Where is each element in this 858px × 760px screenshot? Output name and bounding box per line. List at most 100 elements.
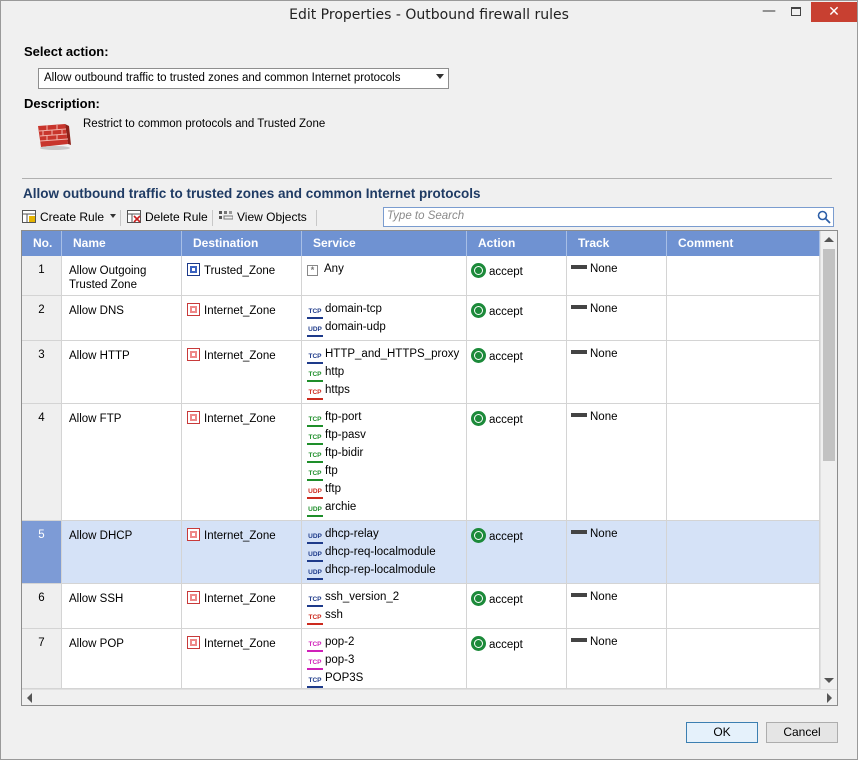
scroll-down-icon[interactable] [824, 678, 834, 683]
create-rule-button[interactable]: Create Rule [22, 210, 104, 224]
action-label: accept [489, 266, 523, 278]
action-label: accept [489, 351, 523, 363]
service-item: UDP dhcp-req-localmodule [307, 546, 436, 562]
column-header[interactable]: Service [302, 231, 467, 256]
action-label: accept [489, 594, 523, 606]
tcp-protocol-icon: TCP [307, 415, 323, 427]
minimize-button[interactable]: — [756, 2, 782, 22]
comment-cell[interactable] [667, 341, 820, 403]
destination-cell[interactable]: Internet_Zone [182, 584, 302, 628]
comment-cell[interactable] [667, 404, 820, 520]
table-row[interactable]: 7 Allow POP Internet_Zone TCP pop-2 TCP pop-3 T… [22, 629, 820, 689]
track-label: None [590, 636, 618, 648]
track-cell[interactable]: None [567, 521, 667, 583]
rule-name-cell[interactable]: Allow SSH [62, 584, 182, 628]
tcp-protocol-icon: TCP [307, 352, 323, 364]
track-cell[interactable]: None [567, 341, 667, 403]
vertical-scroll-thumb[interactable] [823, 249, 835, 461]
scroll-right-icon[interactable] [827, 693, 832, 703]
table-row[interactable]: 4 Allow FTP Internet_Zone TCP ftp-port TCP ftp… [22, 404, 820, 521]
track-cell[interactable]: None [567, 296, 667, 340]
track-cell[interactable]: None [567, 629, 667, 688]
table-row[interactable]: 5 Allow DHCP Internet_Zone UDP dhcp-relay UDP… [22, 521, 820, 584]
action-cell[interactable]: accept [467, 296, 567, 340]
destination-cell[interactable]: Internet_Zone [182, 404, 302, 520]
column-header[interactable]: Action [467, 231, 567, 256]
horizontal-scrollbar[interactable] [22, 689, 837, 705]
column-header[interactable]: Track [567, 231, 667, 256]
action-cell[interactable]: accept [467, 404, 567, 520]
service-item: TCP domain-tcp [307, 303, 382, 319]
row-number-cell[interactable]: 5 [22, 521, 62, 583]
row-number-cell[interactable]: 1 [22, 256, 62, 295]
service-cell[interactable]: TCP domain-tcp UDP domain-udp [302, 296, 467, 340]
track-cell[interactable]: None [567, 256, 667, 295]
row-number-cell[interactable]: 6 [22, 584, 62, 628]
rule-name-cell[interactable]: Allow Outgoing Trusted Zone [62, 256, 182, 295]
accept-icon [471, 591, 486, 606]
service-item: TCP ssh_version_2 [307, 591, 399, 607]
row-number-cell[interactable]: 2 [22, 296, 62, 340]
tcp-protocol-icon: TCP [307, 433, 323, 445]
scroll-up-icon[interactable] [824, 237, 834, 242]
destination-label: Internet_Zone [204, 593, 276, 605]
create-rule-dropdown-icon[interactable] [110, 214, 116, 218]
rule-name: Allow DNS [69, 304, 124, 318]
service-cell[interactable]: TCP HTTP_and_HTTPS_proxy TCP http TCP https [302, 341, 467, 403]
table-header: No. Name Destination Service Action Track Comm… [22, 231, 820, 256]
action-cell[interactable]: accept [467, 521, 567, 583]
destination-cell[interactable]: Internet_Zone [182, 341, 302, 403]
destination-cell[interactable]: Internet_Zone [182, 296, 302, 340]
search-input[interactable]: Type to Search [383, 207, 834, 227]
row-number-cell[interactable]: 4 [22, 404, 62, 520]
track-cell[interactable]: None [567, 404, 667, 520]
scroll-left-icon[interactable] [27, 693, 32, 703]
ok-button[interactable]: OK [686, 722, 758, 743]
service-cell[interactable]: TCP pop-2 TCP pop-3 TCP POP3S [302, 629, 467, 688]
comment-cell[interactable] [667, 584, 820, 628]
action-cell[interactable]: accept [467, 341, 567, 403]
column-header[interactable]: Comment [667, 231, 820, 256]
service-cell[interactable]: TCP ftp-port TCP ftp-pasv TCP ftp-bidir TCP ftp… [302, 404, 467, 520]
destination-cell[interactable]: Internet_Zone [182, 629, 302, 688]
rule-name-cell[interactable]: Allow FTP [62, 404, 182, 520]
destination-cell[interactable]: Internet_Zone [182, 521, 302, 583]
row-number-cell[interactable]: 7 [22, 629, 62, 688]
table-row[interactable]: 1 Allow Outgoing Trusted Zone Trusted_Zone *… [22, 256, 820, 296]
column-header[interactable]: No. [22, 231, 62, 256]
comment-cell[interactable] [667, 256, 820, 295]
service-name: archie [325, 501, 357, 513]
service-cell[interactable]: UDP dhcp-relay UDP dhcp-req-localmodule UDP d… [302, 521, 467, 583]
delete-rule-button[interactable]: Delete Rule [127, 210, 208, 224]
view-objects-button[interactable]: View Objects [219, 210, 307, 224]
table-row[interactable]: 6 Allow SSH Internet_Zone TCP ssh_version_2 T… [22, 584, 820, 629]
maximize-button[interactable] [783, 2, 809, 22]
action-cell[interactable]: accept [467, 584, 567, 628]
table-row[interactable]: 3 Allow HTTP Internet_Zone TCP HTTP_and_HTTP… [22, 341, 820, 404]
table-row[interactable]: 2 Allow DNS Internet_Zone TCP domain-tcp UDP d… [22, 296, 820, 341]
column-header[interactable]: Name [62, 231, 182, 256]
action-select[interactable]: Allow outbound traffic to trusted zones … [38, 68, 449, 89]
comment-cell[interactable] [667, 629, 820, 688]
service-name: ftp-pasv [325, 429, 366, 441]
rule-name-cell[interactable]: Allow HTTP [62, 341, 182, 403]
service-cell[interactable]: TCP ssh_version_2 TCP ssh [302, 584, 467, 628]
service-cell[interactable]: * Any [302, 256, 467, 295]
close-button[interactable]: ✕ [811, 2, 857, 22]
action-cell[interactable]: accept [467, 629, 567, 688]
rule-name-cell[interactable]: Allow DNS [62, 296, 182, 340]
column-header[interactable]: Destination [182, 231, 302, 256]
vertical-scrollbar[interactable] [820, 231, 837, 689]
rule-name-cell[interactable]: Allow DHCP [62, 521, 182, 583]
row-number-cell[interactable]: 3 [22, 341, 62, 403]
cancel-button[interactable]: Cancel [766, 722, 838, 743]
service-item: TCP pop-2 [307, 636, 354, 652]
track-cell[interactable]: None [567, 584, 667, 628]
action: accept [471, 303, 523, 318]
rule-name-cell[interactable]: Allow POP [62, 629, 182, 688]
action-cell[interactable]: accept [467, 256, 567, 295]
comment-cell[interactable] [667, 296, 820, 340]
destination-cell[interactable]: Trusted_Zone [182, 256, 302, 295]
search-icon[interactable] [817, 210, 831, 224]
comment-cell[interactable] [667, 521, 820, 583]
